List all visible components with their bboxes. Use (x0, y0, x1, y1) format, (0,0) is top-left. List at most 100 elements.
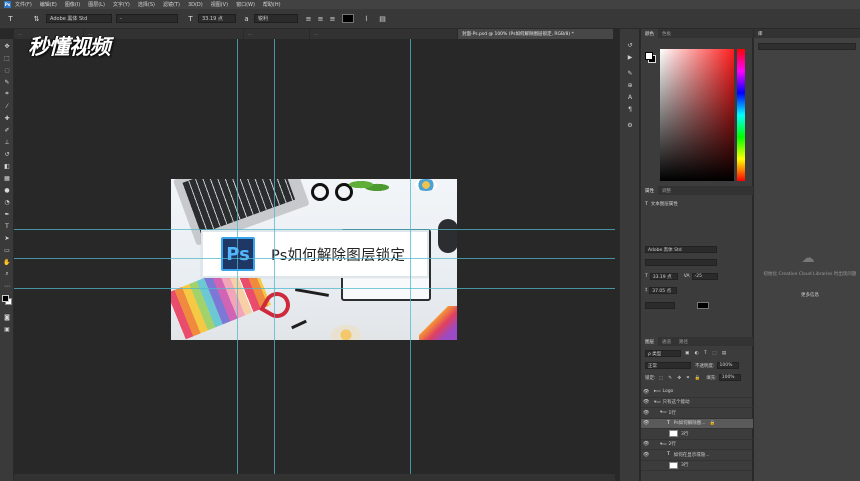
tab-properties[interactable]: 属性 (641, 186, 658, 195)
prop-extra-field[interactable] (645, 302, 675, 309)
fill-field[interactable]: 100% (718, 374, 741, 381)
brush-tool-icon[interactable]: ✐ (2, 126, 12, 134)
layer-row-shape-2[interactable]: 3行 (641, 461, 753, 471)
eye-icon[interactable]: 👁 (643, 389, 651, 395)
layer-kind-select[interactable]: ρ 类型 (645, 350, 681, 357)
align-center-icon[interactable]: ≡ (316, 14, 325, 23)
tab-layers[interactable]: 图层 (641, 337, 658, 346)
tab-swatches[interactable]: 色板 (658, 29, 675, 38)
eye-icon[interactable]: 👁 (643, 452, 651, 458)
font-size-select[interactable]: 33.19 点 (198, 14, 236, 23)
layer-filter-icons[interactable]: ▣ ◐ T ⬚ ▤ (685, 351, 728, 356)
antialias-select[interactable]: 锐利 (254, 14, 298, 23)
lock-icons[interactable]: ⬚ ✎ ✥ ⌗ 🔒 (659, 375, 703, 381)
menu-select[interactable]: 选择(S) (138, 1, 155, 8)
quick-mask-icon[interactable]: ◙ (2, 313, 12, 321)
eraser-tool-icon[interactable]: ◧ (2, 162, 12, 170)
eye-icon[interactable]: 👁 (643, 399, 651, 405)
type-tool-icon-left[interactable]: T (2, 222, 12, 230)
more-tools-icon[interactable]: ⋯ (2, 282, 12, 290)
tab-doc-4[interactable]: ... (310, 29, 458, 39)
warp-text-icon[interactable]: ⌇ (362, 14, 371, 23)
hue-slider[interactable] (737, 49, 745, 181)
guide-horizontal[interactable] (14, 229, 615, 230)
layer-row-shape[interactable]: 3行 (641, 429, 753, 440)
layer-row-group-1[interactable]: 👁 ▾▭ 1行 (641, 408, 753, 419)
tab-adjustments[interactable]: 调整 (658, 186, 675, 195)
font-family-select[interactable]: Adobe 黑体 Std (46, 14, 112, 23)
menu-filter[interactable]: 滤镜(T) (163, 1, 180, 8)
menu-window[interactable]: 窗口(W) (236, 1, 255, 8)
libraries-search-input[interactable] (758, 43, 856, 50)
rectangle-tool-icon[interactable]: ▭ (2, 246, 12, 254)
eye-icon[interactable]: 👁 (643, 420, 651, 426)
layer-row-group-2[interactable]: 👁 ▾▭ 2行 (641, 440, 753, 450)
eyedropper-tool-icon[interactable]: ⁄ (2, 102, 12, 110)
dodge-tool-icon[interactable]: ◔ (2, 198, 12, 206)
prop-size-field[interactable]: 33.19 点 (649, 273, 678, 280)
blend-mode-select[interactable]: 正常 (645, 362, 691, 369)
prop-tracking-field[interactable]: -25 (691, 273, 718, 280)
path-select-tool-icon[interactable]: ➤ (2, 234, 12, 242)
paragraph-panel-icon[interactable]: ¶ (625, 105, 635, 113)
document-canvas[interactable]: Ps Ps如何解除图层锁定 (171, 179, 457, 340)
menu-edit[interactable]: 编辑(E) (40, 1, 57, 8)
prop-color-swatch[interactable] (697, 302, 709, 309)
menu-view[interactable]: 视图(V) (211, 1, 228, 8)
prop-style-select[interactable] (645, 259, 717, 266)
more-info-link[interactable]: 更多信息 (762, 292, 858, 298)
layer-row-text-selected[interactable]: 👁 T Ps如何解除图... 🔒 (641, 418, 753, 429)
zoom-tool-icon[interactable]: ⌕ (2, 270, 12, 278)
prop-font-select[interactable]: Adobe 黑体 Std (645, 246, 717, 253)
menu-layer[interactable]: 图层(L) (88, 1, 105, 8)
pen-tool-icon[interactable]: ✒ (2, 210, 12, 218)
eye-icon[interactable]: 👁 (643, 410, 651, 416)
clone-source-panel-icon[interactable]: ⊕ (625, 81, 635, 89)
healing-brush-tool-icon[interactable]: ✚ (2, 114, 12, 122)
move-tool-icon[interactable]: ✥ (2, 42, 12, 50)
align-right-icon[interactable]: ≡ (328, 14, 337, 23)
tab-doc-3[interactable]: ... (244, 29, 310, 39)
layer-row-logo[interactable]: 👁 ▸▭ Logo (641, 387, 753, 398)
tab-channels[interactable]: 通道 (658, 337, 675, 346)
eye-icon[interactable]: 👁 (643, 441, 651, 447)
tool-presets-panel-icon[interactable]: ⚙ (625, 121, 635, 129)
menu-type[interactable]: 文字(Y) (113, 1, 130, 8)
history-brush-tool-icon[interactable]: ↺ (2, 150, 12, 158)
history-panel-icon[interactable]: ↺ (625, 41, 635, 49)
guide-vertical[interactable] (237, 39, 238, 481)
tab-color[interactable]: 颜色 (641, 29, 658, 38)
clone-stamp-tool-icon[interactable]: ⊥ (2, 138, 12, 146)
orientation-icon[interactable]: ⇅ (32, 14, 41, 23)
menu-image[interactable]: 图像(I) (65, 1, 80, 8)
foreground-color-swatch[interactable] (2, 295, 9, 302)
blur-tool-icon[interactable]: ● (2, 186, 12, 194)
type-tool-icon[interactable]: T (6, 14, 15, 23)
guide-vertical[interactable] (410, 39, 411, 481)
opacity-field[interactable]: 100% (716, 362, 739, 369)
quick-select-tool-icon[interactable]: ✎ (2, 78, 12, 86)
actions-panel-icon[interactable]: ▶ (625, 53, 635, 61)
tab-paths[interactable]: 路径 (675, 337, 692, 346)
layer-row-group[interactable]: 👁 ▾▭ 只有这个能动 (641, 398, 753, 408)
crop-tool-icon[interactable]: ⌗ (2, 90, 12, 98)
guide-horizontal[interactable] (14, 258, 615, 259)
menu-file[interactable]: 文件(F) (15, 1, 32, 8)
menu-help[interactable]: 帮助(H) (263, 1, 281, 8)
layer-row-text-2[interactable]: 👁 T 如何在显示或隐... (641, 450, 753, 461)
gradient-tool-icon[interactable]: ▦ (2, 174, 12, 182)
char-panel-icon[interactable]: A (625, 93, 635, 101)
panel-foreground-color[interactable] (645, 52, 653, 60)
align-left-icon[interactable]: ≡ (304, 14, 313, 23)
libraries-tab[interactable]: 库 (754, 29, 860, 38)
guide-vertical[interactable] (274, 39, 275, 481)
guide-horizontal[interactable] (14, 288, 615, 289)
brush-panel-icon[interactable]: ✎ (625, 69, 635, 77)
text-color-swatch[interactable] (342, 14, 354, 23)
screen-mode-icon[interactable]: ▣ (2, 325, 12, 333)
marquee-tool-icon[interactable]: ⬚ (2, 54, 12, 62)
hand-tool-icon[interactable]: ✋ (2, 258, 12, 266)
color-picker-field[interactable] (660, 49, 734, 181)
character-panel-icon[interactable]: ▤ (378, 14, 387, 23)
lasso-tool-icon[interactable]: ◌ (2, 66, 12, 74)
